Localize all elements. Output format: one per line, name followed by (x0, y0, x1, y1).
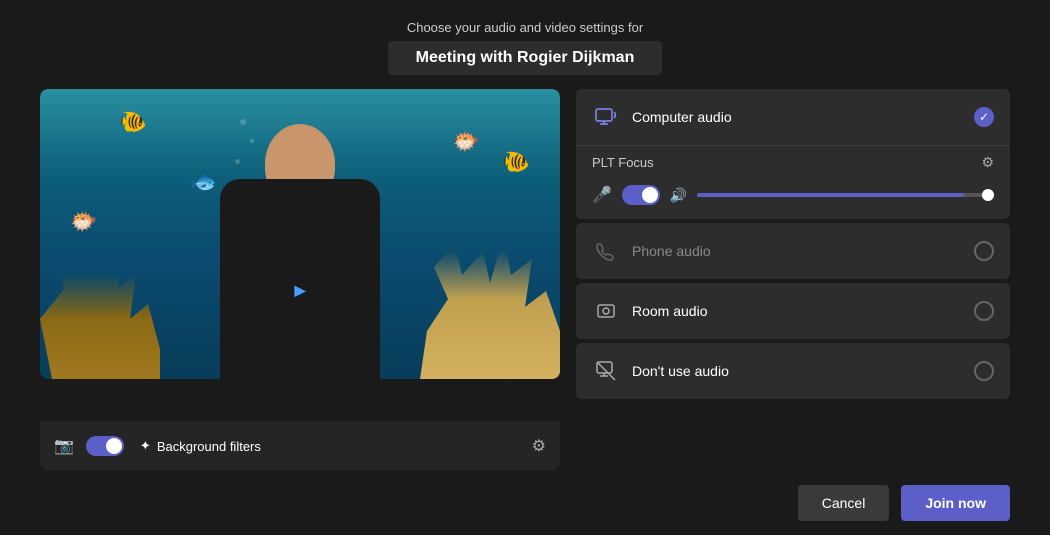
bubble (240, 119, 246, 125)
person-video: ▶ (200, 139, 400, 379)
bg-filters-label: Background filters (157, 439, 261, 454)
coral-decoration (40, 229, 160, 379)
no-audio-icon (592, 357, 620, 385)
no-audio-radio[interactable] (974, 361, 994, 381)
microphone-icon: 🎤 (592, 185, 612, 205)
mic-toggle[interactable] (622, 185, 660, 205)
fish-decoration: 🐠 (503, 149, 530, 175)
main-content: 🐠 🐡 🐟 🐠 🐡 ▶ 📷 (0, 89, 1050, 471)
coral-decoration (420, 219, 560, 379)
sliders-icon[interactable]: ⚙ (981, 154, 994, 171)
speaker-icon: 🔊 (670, 187, 687, 204)
cancel-button[interactable]: Cancel (798, 485, 890, 521)
person-body: ▶ (220, 179, 380, 379)
volume-slider-fill (697, 193, 964, 197)
room-audio-option[interactable]: Room audio (576, 283, 1010, 339)
phone-audio-icon (592, 237, 620, 265)
no-audio-option[interactable]: Don't use audio (576, 343, 1010, 399)
room-audio-label: Room audio (632, 303, 962, 319)
plt-focus-label: PLT Focus (592, 155, 654, 170)
phone-audio-option[interactable]: Phone audio (576, 223, 1010, 279)
page-header: Choose your audio and video settings for… (388, 0, 663, 89)
computer-audio-icon (592, 103, 620, 131)
camera-icon: 📷 (54, 436, 74, 456)
video-container: 🐠 🐡 🐟 🐠 🐡 ▶ (40, 89, 560, 379)
footer: Cancel Join now (0, 471, 1050, 535)
background-filters-button[interactable]: ✦ Background filters (140, 438, 261, 454)
plt-focus-row: PLT Focus ⚙ (576, 145, 1010, 177)
header-title: Meeting with Rogier Dijkman (388, 41, 663, 75)
room-audio-radio[interactable] (974, 301, 994, 321)
computer-audio-label: Computer audio (632, 109, 962, 125)
shirt-logo: ▶ (295, 282, 306, 299)
fish-decoration: 🐠 (120, 109, 147, 135)
video-controls-bar: 📷 ✦ Background filters ⚙ (40, 421, 560, 471)
phone-audio-label: Phone audio (632, 243, 962, 259)
computer-audio-header[interactable]: Computer audio (576, 89, 1010, 145)
video-panel: 🐠 🐡 🐟 🐠 🐡 ▶ 📷 (40, 89, 560, 471)
fish-decoration: 🐡 (453, 129, 480, 155)
header-subtitle: Choose your audio and video settings for (388, 20, 663, 35)
computer-audio-radio[interactable] (974, 107, 994, 127)
join-now-button[interactable]: Join now (901, 485, 1010, 521)
fish-decoration: 🐡 (70, 209, 97, 235)
aquarium-background: 🐠 🐡 🐟 🐠 🐡 ▶ (40, 89, 560, 379)
no-audio-label: Don't use audio (632, 363, 962, 379)
audio-controls-row: 🎤 🔊 (576, 177, 1010, 219)
settings-gear-icon[interactable]: ⚙ (532, 436, 546, 456)
camera-toggle[interactable] (86, 436, 124, 456)
sparkle-icon: ✦ (140, 438, 151, 454)
audio-panel: Computer audio PLT Focus ⚙ 🎤 🔊 (576, 89, 1010, 471)
phone-audio-radio[interactable] (974, 241, 994, 261)
computer-audio-section: Computer audio PLT Focus ⚙ 🎤 🔊 (576, 89, 1010, 219)
volume-slider-thumb (982, 189, 994, 201)
volume-slider[interactable] (697, 193, 994, 197)
room-audio-icon (592, 297, 620, 325)
